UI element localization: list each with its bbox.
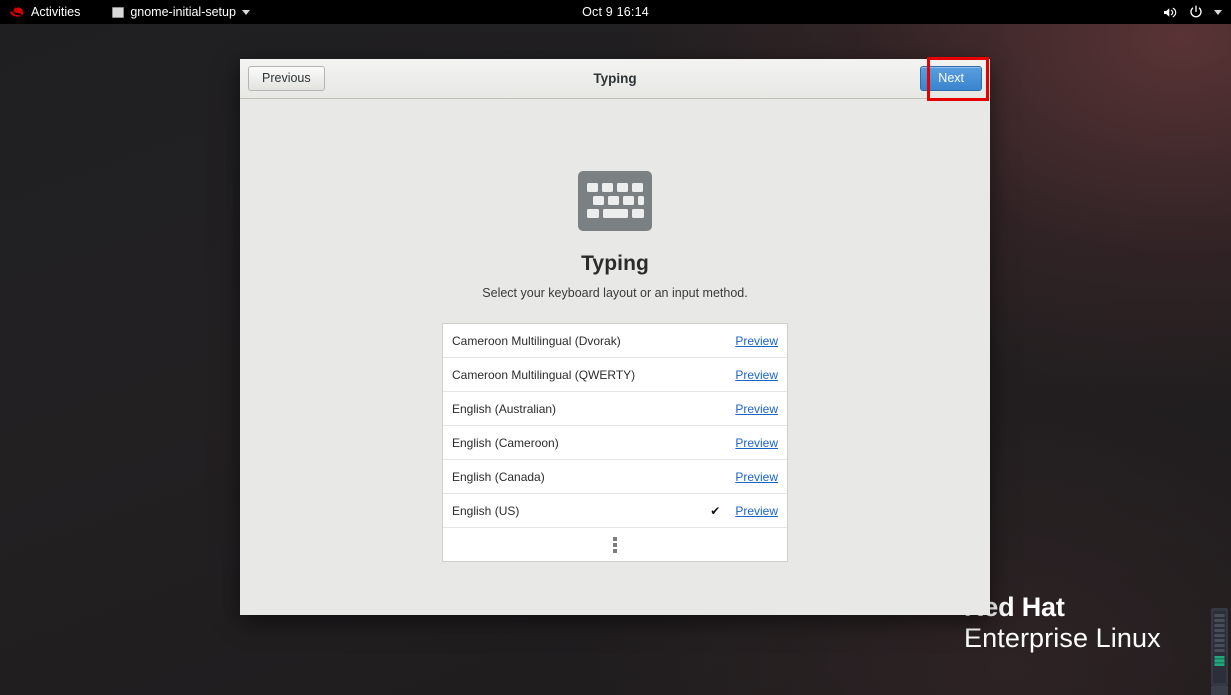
- branding-line-2: Enterprise Linux: [964, 623, 1161, 653]
- preview-link[interactable]: Preview: [735, 436, 778, 450]
- dialog-title: Typing: [593, 71, 637, 86]
- keyboard-layout-list: Cameroon Multilingual (Dvorak) ✔ Preview…: [442, 323, 788, 562]
- app-menu-label: gnome-initial-setup: [130, 5, 236, 19]
- page-title: Typing: [581, 252, 649, 275]
- activities-label: Activities: [31, 5, 81, 19]
- app-window-icon: [112, 6, 125, 18]
- top-bar-left-group: Activities gnome-initial-setup: [0, 2, 257, 22]
- power-icon[interactable]: [1189, 5, 1203, 19]
- list-item-selected[interactable]: English (US) ✔ Preview: [443, 494, 787, 528]
- layout-name: Cameroon Multilingual (Dvorak): [452, 333, 621, 348]
- list-item[interactable]: English (Australian) ✔ Preview: [443, 392, 787, 426]
- system-menu-chevron-icon[interactable]: [1214, 9, 1222, 15]
- preview-link[interactable]: Preview: [735, 470, 778, 484]
- next-button[interactable]: Next: [920, 65, 982, 92]
- more-vertical-icon: [613, 536, 617, 553]
- layout-name: English (Cameroon): [452, 435, 559, 450]
- chevron-down-icon: [241, 9, 250, 15]
- redhat-branding: Red Hat Enterprise Linux: [964, 594, 1161, 652]
- list-item[interactable]: English (Canada) ✔ Preview: [443, 460, 787, 494]
- volume-icon[interactable]: [1163, 6, 1178, 19]
- system-status-area[interactable]: [1163, 5, 1231, 19]
- layout-name: English (Canada): [452, 469, 545, 484]
- layout-name: English (Australian): [452, 401, 557, 416]
- branding-line-1: Red Hat: [964, 592, 1065, 622]
- layout-name: Cameroon Multilingual (QWERTY): [452, 367, 636, 382]
- show-more-layouts-button[interactable]: [443, 528, 787, 561]
- screen: Red Hat Enterprise Linux Activities gnom…: [0, 0, 1231, 695]
- layout-name: English (US): [452, 503, 520, 518]
- dialog-body: Typing Select your keyboard layout or an…: [240, 99, 990, 615]
- selected-checkmark: ✔: [710, 503, 721, 518]
- server-rack-illustration: [1211, 608, 1228, 695]
- list-item[interactable]: Cameroon Multilingual (QWERTY) ✔ Preview: [443, 358, 787, 392]
- redhat-logo-icon: [10, 6, 24, 17]
- list-item[interactable]: Cameroon Multilingual (Dvorak) ✔ Preview: [443, 324, 787, 358]
- page-subtitle: Select your keyboard layout or an input …: [482, 286, 748, 300]
- list-item[interactable]: English (Cameroon) ✔ Preview: [443, 426, 787, 460]
- preview-link[interactable]: Preview: [735, 334, 778, 348]
- gnome-initial-setup-window: Previous Typing Next Typing Select your …: [240, 59, 990, 615]
- app-menu-button[interactable]: gnome-initial-setup: [105, 2, 257, 22]
- preview-link[interactable]: Preview: [735, 504, 778, 518]
- previous-button[interactable]: Previous: [248, 65, 325, 92]
- preview-link[interactable]: Preview: [735, 368, 778, 382]
- gnome-top-bar: Activities gnome-initial-setup Oct 9 16:…: [0, 0, 1231, 24]
- keyboard-icon: [578, 171, 652, 231]
- activities-button[interactable]: Activities: [6, 2, 87, 22]
- dialog-header-bar: Previous Typing Next: [240, 59, 990, 99]
- preview-link[interactable]: Preview: [735, 402, 778, 416]
